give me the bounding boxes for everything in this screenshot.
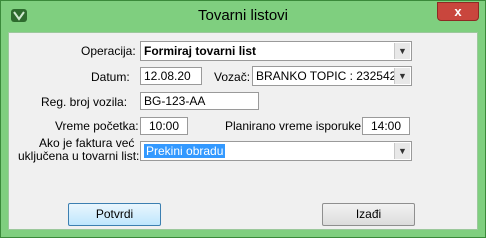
chevron-down-icon[interactable]: ▼: [394, 43, 410, 59]
planirano-vreme-label: Planirano vreme isporuke:: [225, 119, 365, 133]
chevron-down-icon[interactable]: ▼: [394, 143, 410, 159]
vozac-select[interactable]: BRANKO TOPIC : 232542 ▼: [252, 66, 412, 86]
planirano-vreme-field[interactable]: 14:00: [362, 117, 410, 135]
vreme-pocetka-label: Vreme početka:: [55, 119, 139, 133]
title-bar[interactable]: Tovarni listovi x: [1, 1, 485, 31]
datum-field[interactable]: 12.08.20: [140, 67, 202, 85]
datum-label: Datum:: [91, 70, 130, 84]
operacija-value: Formiraj tovarni list: [144, 44, 257, 58]
vreme-pocetka-field[interactable]: 10:00: [140, 117, 188, 135]
operacija-select[interactable]: Formiraj tovarni list ▼: [140, 41, 412, 61]
close-icon: x: [454, 4, 462, 19]
reg-broj-label: Reg. broj vozila:: [41, 95, 128, 109]
faktura-value: Prekini obradu: [144, 144, 226, 158]
faktura-label-line2: uključena u tovarni list:: [18, 149, 140, 163]
faktura-select[interactable]: Prekini obradu ▼: [140, 141, 412, 161]
faktura-label-line1: Ako je faktura već: [39, 136, 135, 150]
window-title: Tovarni listovi: [197, 7, 289, 24]
vozac-label: Vozač:: [214, 70, 251, 84]
dialog-body: Operacija: Formiraj tovarni list ▼ Datum…: [8, 32, 478, 230]
chevron-down-icon[interactable]: ▼: [394, 68, 410, 84]
potvrdi-button[interactable]: Potvrdi: [68, 203, 161, 226]
reg-broj-field[interactable]: BG-123-AA: [140, 92, 259, 110]
vozac-value: BRANKO TOPIC : 232542: [256, 69, 397, 83]
dialog-window: Tovarni listovi x Operacija: Formiraj to…: [0, 0, 486, 238]
close-button[interactable]: x: [437, 2, 479, 21]
izadji-button[interactable]: Izađi: [322, 203, 415, 226]
operacija-label: Operacija:: [81, 44, 136, 58]
